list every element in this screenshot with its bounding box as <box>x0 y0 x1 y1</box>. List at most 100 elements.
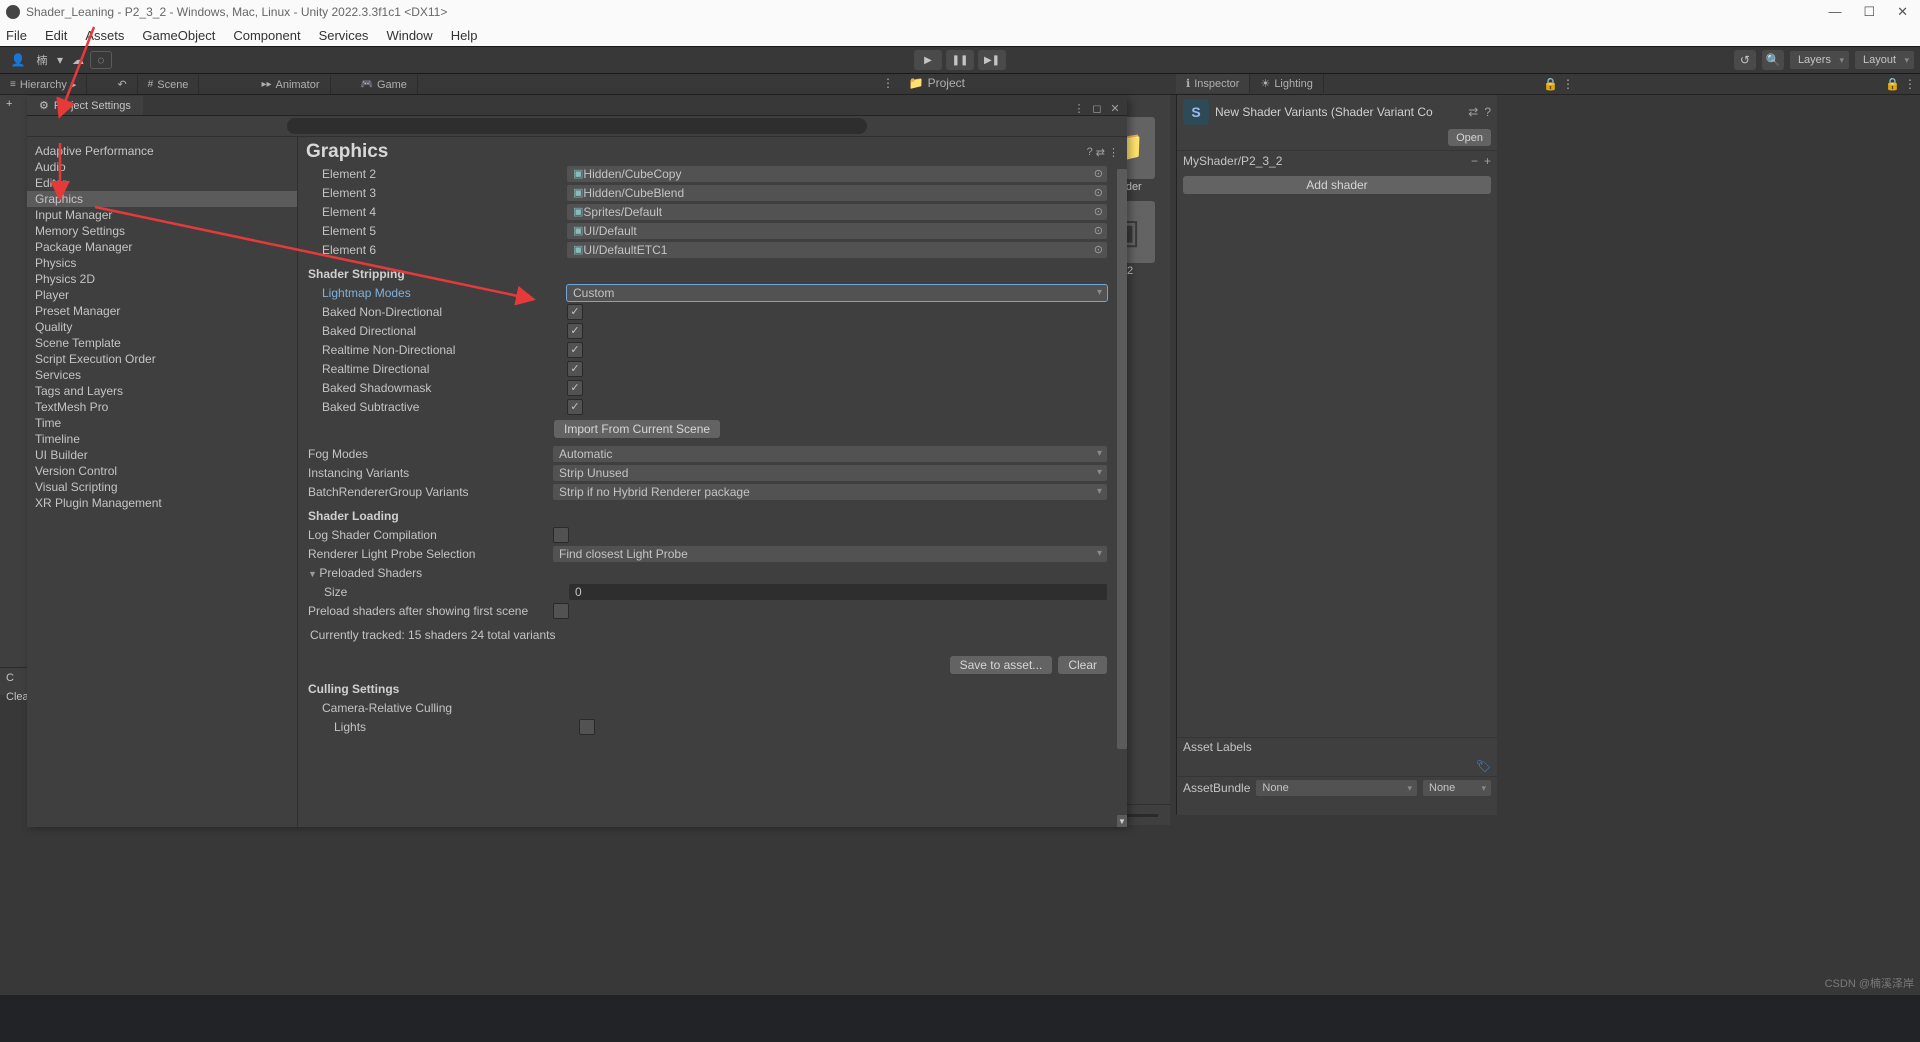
sidebar-item-script-execution-order[interactable]: Script Execution Order <box>27 351 297 367</box>
search-icon[interactable]: 🔍 <box>1762 50 1784 70</box>
settings-icon[interactable]: ◌ <box>90 51 112 69</box>
sidebar-item-textmesh-pro[interactable]: TextMesh Pro <box>27 399 297 415</box>
account-icon[interactable]: 👤 <box>6 50 30 70</box>
tab-menu-icon[interactable]: ⋮ <box>1071 102 1087 115</box>
minus-icon[interactable]: − <box>1471 154 1478 168</box>
tab-inspector[interactable]: ℹInspector <box>1176 74 1250 93</box>
sidebar-item-preset-manager[interactable]: Preset Manager <box>27 303 297 319</box>
lm-option-checkbox[interactable] <box>567 304 583 320</box>
lm-option-checkbox[interactable] <box>567 380 583 396</box>
sidebar-item-memory-settings[interactable]: Memory Settings <box>27 223 297 239</box>
close-icon[interactable]: ✕ <box>1897 4 1908 20</box>
sidebar-item-audio[interactable]: Audio <box>27 159 297 175</box>
element-field[interactable]: ▣ Hidden/CubeCopy⊙ <box>567 166 1107 182</box>
sidebar-item-physics-2d[interactable]: Physics 2D <box>27 271 297 287</box>
lightmap-modes-dropdown[interactable]: Custom▾ <box>567 285 1107 301</box>
element-field[interactable]: ▣ UI/Default⊙ <box>567 223 1107 239</box>
sidebar-item-timeline[interactable]: Timeline <box>27 431 297 447</box>
cloud-icon[interactable]: ☁ <box>66 50 90 70</box>
sidebar-item-editor[interactable]: Editor <box>27 175 297 191</box>
import-from-scene-button[interactable]: Import From Current Scene <box>554 420 720 438</box>
asset-labels-section[interactable]: Asset Labels <box>1177 737 1497 756</box>
lm-option-checkbox[interactable] <box>567 361 583 377</box>
scrollbar-down-icon[interactable]: ▼ <box>1117 815 1127 827</box>
lm-option-checkbox[interactable] <box>567 323 583 339</box>
tab-project[interactable]: Project <box>928 76 965 90</box>
lm-option-checkbox[interactable] <box>567 342 583 358</box>
sidebar-item-quality[interactable]: Quality <box>27 319 297 335</box>
preset-icon[interactable]: ⇄ <box>1468 105 1478 119</box>
undo-history-icon[interactable]: ↺ <box>1734 50 1756 70</box>
preset-icon[interactable]: ⇄ <box>1096 146 1105 159</box>
dropdown-arrow-icon[interactable]: ▾ <box>54 50 66 70</box>
shader-name-row[interactable]: MyShader/P2_3_2 −+ <box>1177 150 1497 170</box>
layers-dropdown[interactable]: Layers <box>1790 51 1849 69</box>
sidebar-item-scene-template[interactable]: Scene Template <box>27 335 297 351</box>
scrollbar-thumb[interactable] <box>1117 169 1127 749</box>
play-button[interactable]: ▶ <box>914 50 942 70</box>
label-tag-icon[interactable]: 🏷 <box>1476 759 1491 773</box>
maximize-icon[interactable]: ☐ <box>1863 4 1875 20</box>
project-settings-tab[interactable]: ⚙ Project Settings <box>27 96 143 115</box>
lights-checkbox[interactable] <box>579 719 595 735</box>
preload-after-checkbox[interactable] <box>553 603 569 619</box>
sidebar-item-services[interactable]: Services <box>27 367 297 383</box>
object-picker-icon[interactable]: ⊙ <box>1094 186 1103 199</box>
instancing-variants-dropdown[interactable]: Strip Unused▾ <box>553 465 1107 481</box>
tab-menu-icon[interactable]: ⋮ <box>1562 77 1574 91</box>
tab-lighting[interactable]: ☀Lighting <box>1250 74 1323 93</box>
sidebar-item-input-manager[interactable]: Input Manager <box>27 207 297 223</box>
layout-dropdown[interactable]: Layout <box>1855 51 1914 69</box>
menu-icon[interactable]: ⋮ <box>1108 146 1119 159</box>
menu-file[interactable]: File <box>6 28 27 43</box>
tab-animator[interactable]: ▸▸Animator <box>251 75 330 94</box>
step-button[interactable]: ▶❚ <box>978 50 1006 70</box>
sidebar-item-package-manager[interactable]: Package Manager <box>27 239 297 255</box>
tab-undo[interactable]: ↶ <box>107 75 137 94</box>
light-probe-dropdown[interactable]: Find closest Light Probe▾ <box>553 546 1107 562</box>
sidebar-item-graphics[interactable]: Graphics <box>27 191 297 207</box>
sidebar-item-version-control[interactable]: Version Control <box>27 463 297 479</box>
menu-assets[interactable]: Assets <box>85 28 124 43</box>
menu-window[interactable]: Window <box>386 28 432 43</box>
settings-search-input[interactable] <box>287 118 867 134</box>
minimize-icon[interactable]: — <box>1828 4 1841 20</box>
assetbundle-dropdown[interactable]: None <box>1256 780 1417 796</box>
open-button[interactable]: Open <box>1448 129 1491 146</box>
menu-component[interactable]: Component <box>233 28 300 43</box>
account-name[interactable]: 楠 <box>30 50 54 70</box>
tab-menu-icon[interactable]: ⋮ <box>1904 77 1916 91</box>
sidebar-item-tags-and-layers[interactable]: Tags and Layers <box>27 383 297 399</box>
tab-scene[interactable]: #Scene <box>138 75 200 94</box>
sidebar-item-physics[interactable]: Physics <box>27 255 297 271</box>
plus-icon[interactable]: + <box>1484 154 1491 168</box>
sidebar-item-time[interactable]: Time <box>27 415 297 431</box>
menu-help[interactable]: Help <box>451 28 478 43</box>
hierarchy-add[interactable]: + <box>0 95 27 113</box>
lock-icon[interactable]: 🔒 <box>1885 77 1900 91</box>
popout-icon[interactable]: ◻ <box>1089 102 1105 115</box>
help-icon[interactable]: ? <box>1087 146 1093 159</box>
hierarchy-clear[interactable]: Clea <box>0 688 27 706</box>
size-field[interactable]: 0 <box>569 584 1107 600</box>
element-field[interactable]: ▣ Hidden/CubeBlend⊙ <box>567 185 1107 201</box>
add-shader-button[interactable]: Add shader <box>1183 176 1491 194</box>
assetbundle-variant-dropdown[interactable]: None <box>1423 780 1491 796</box>
save-to-asset-button[interactable]: Save to asset... <box>950 656 1053 674</box>
lm-option-checkbox[interactable] <box>567 399 583 415</box>
element-field[interactable]: ▣ Sprites/Default⊙ <box>567 204 1107 220</box>
help-icon[interactable]: ? <box>1484 105 1491 119</box>
scrollbar[interactable]: ▼ <box>1117 169 1127 827</box>
tab-hierarchy[interactable]: ≡Hierarchy▸ <box>0 75 87 94</box>
menu-edit[interactable]: Edit <box>45 28 67 43</box>
sidebar-item-ui-builder[interactable]: UI Builder <box>27 447 297 463</box>
brg-variants-dropdown[interactable]: Strip if no Hybrid Renderer package▾ <box>553 484 1107 500</box>
tab-menu-icon[interactable]: ⋮ <box>882 76 894 90</box>
object-picker-icon[interactable]: ⊙ <box>1094 243 1103 256</box>
clear-button[interactable]: Clear <box>1058 656 1107 674</box>
preloaded-shaders-label[interactable]: ▼ Preloaded Shaders <box>306 566 553 580</box>
log-shader-compile-checkbox[interactable] <box>553 527 569 543</box>
sidebar-item-player[interactable]: Player <box>27 287 297 303</box>
lock-icon[interactable]: 🔒 <box>1543 77 1558 91</box>
fog-modes-dropdown[interactable]: Automatic▾ <box>553 446 1107 462</box>
